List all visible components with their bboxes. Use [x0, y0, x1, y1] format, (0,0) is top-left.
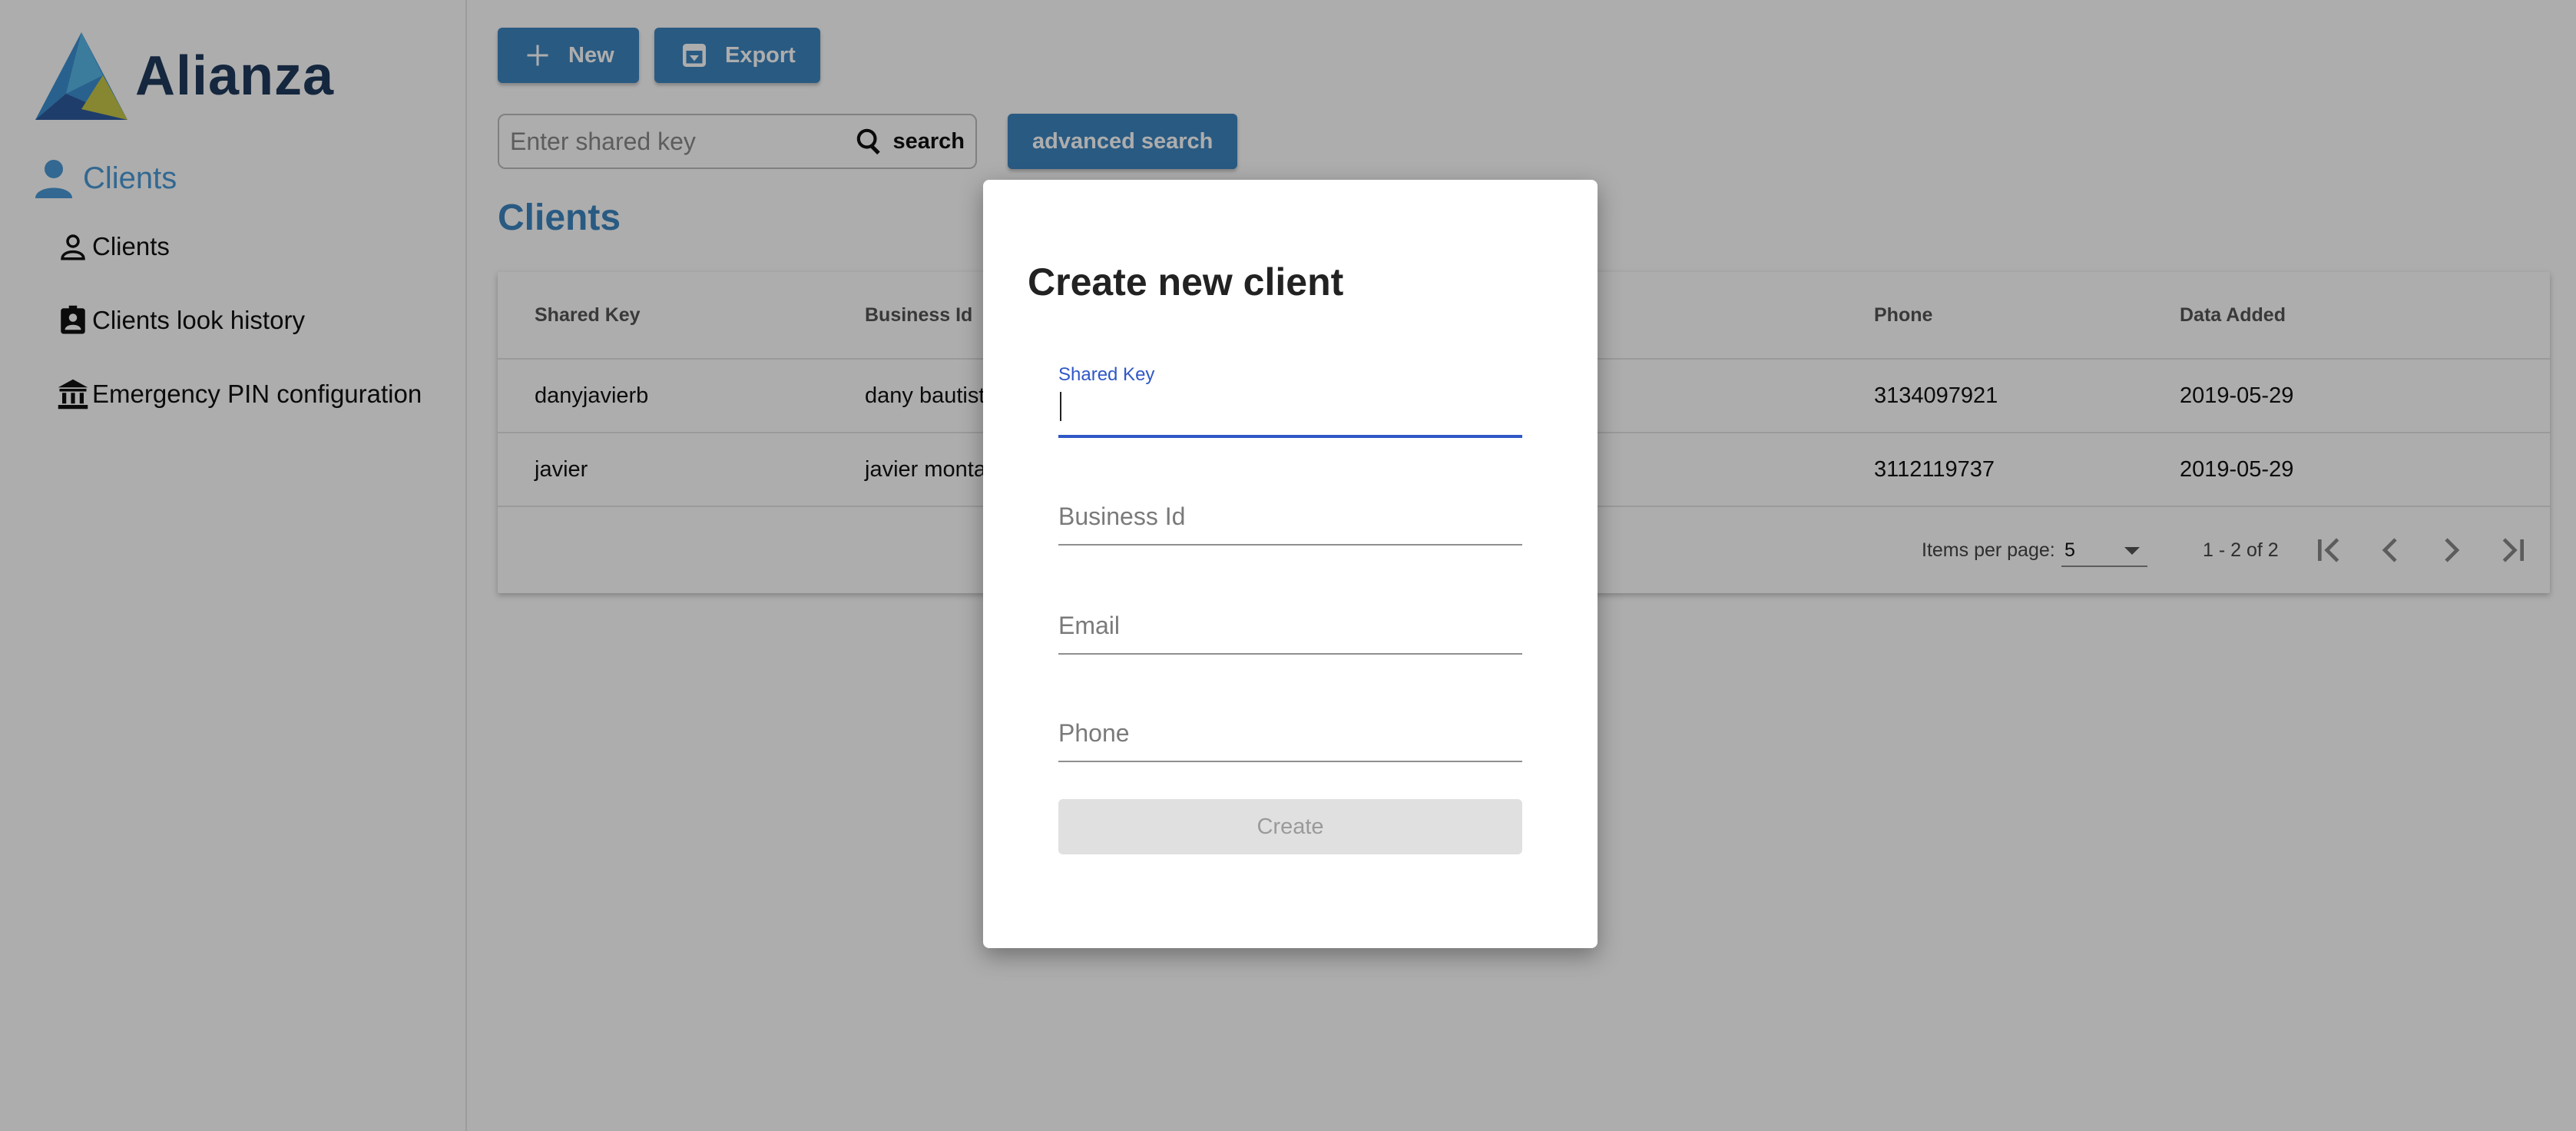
shared-key-field[interactable]: Shared Key	[1058, 364, 1522, 438]
business-id-field[interactable]: Business Id	[1058, 502, 1522, 546]
field-underline	[1058, 435, 1522, 438]
email-label: Email	[1058, 612, 1121, 639]
business-id-label: Business Id	[1058, 502, 1186, 530]
email-field[interactable]: Email	[1058, 612, 1522, 655]
create-button[interactable]: Create	[1058, 799, 1522, 854]
phone-label: Phone	[1058, 719, 1130, 747]
phone-field[interactable]: Phone	[1058, 719, 1522, 762]
app-root: Alianza Clients Clients Clients look his…	[0, 0, 2576, 1131]
dialog-title: Create new client	[1028, 260, 1344, 303]
field-underline	[1058, 544, 1522, 546]
text-cursor	[1060, 392, 1061, 421]
shared-key-label: Shared Key	[1058, 364, 1155, 385]
field-underline	[1058, 761, 1522, 762]
field-underline	[1058, 653, 1522, 655]
create-client-dialog: Create new client Shared Key Business Id…	[983, 180, 1598, 948]
